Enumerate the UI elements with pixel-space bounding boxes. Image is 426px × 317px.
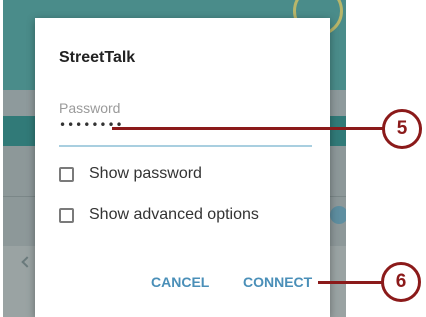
show-password-label: Show password: [89, 165, 202, 182]
wifi-connect-dialog: StreetTalk Password •••••••• Show passwo…: [35, 18, 330, 317]
password-underline: [59, 145, 312, 147]
dialog-title: StreetTalk: [59, 49, 136, 66]
show-advanced-label: Show advanced options: [89, 206, 259, 223]
connect-callout: 6: [381, 262, 421, 302]
password-label: Password: [59, 100, 121, 116]
background-dot-icon: [330, 206, 346, 224]
cancel-button[interactable]: CANCEL: [151, 274, 209, 290]
password-callout-leader: [112, 127, 387, 130]
show-advanced-option[interactable]: Show advanced options: [59, 206, 259, 224]
connect-callout-leader: [318, 281, 385, 284]
show-advanced-checkbox[interactable]: [59, 207, 74, 223]
password-callout: 5: [382, 109, 422, 149]
show-password-option[interactable]: Show password: [59, 165, 202, 183]
connect-button[interactable]: CONNECT: [243, 274, 312, 290]
show-password-checkbox[interactable]: [59, 166, 74, 182]
